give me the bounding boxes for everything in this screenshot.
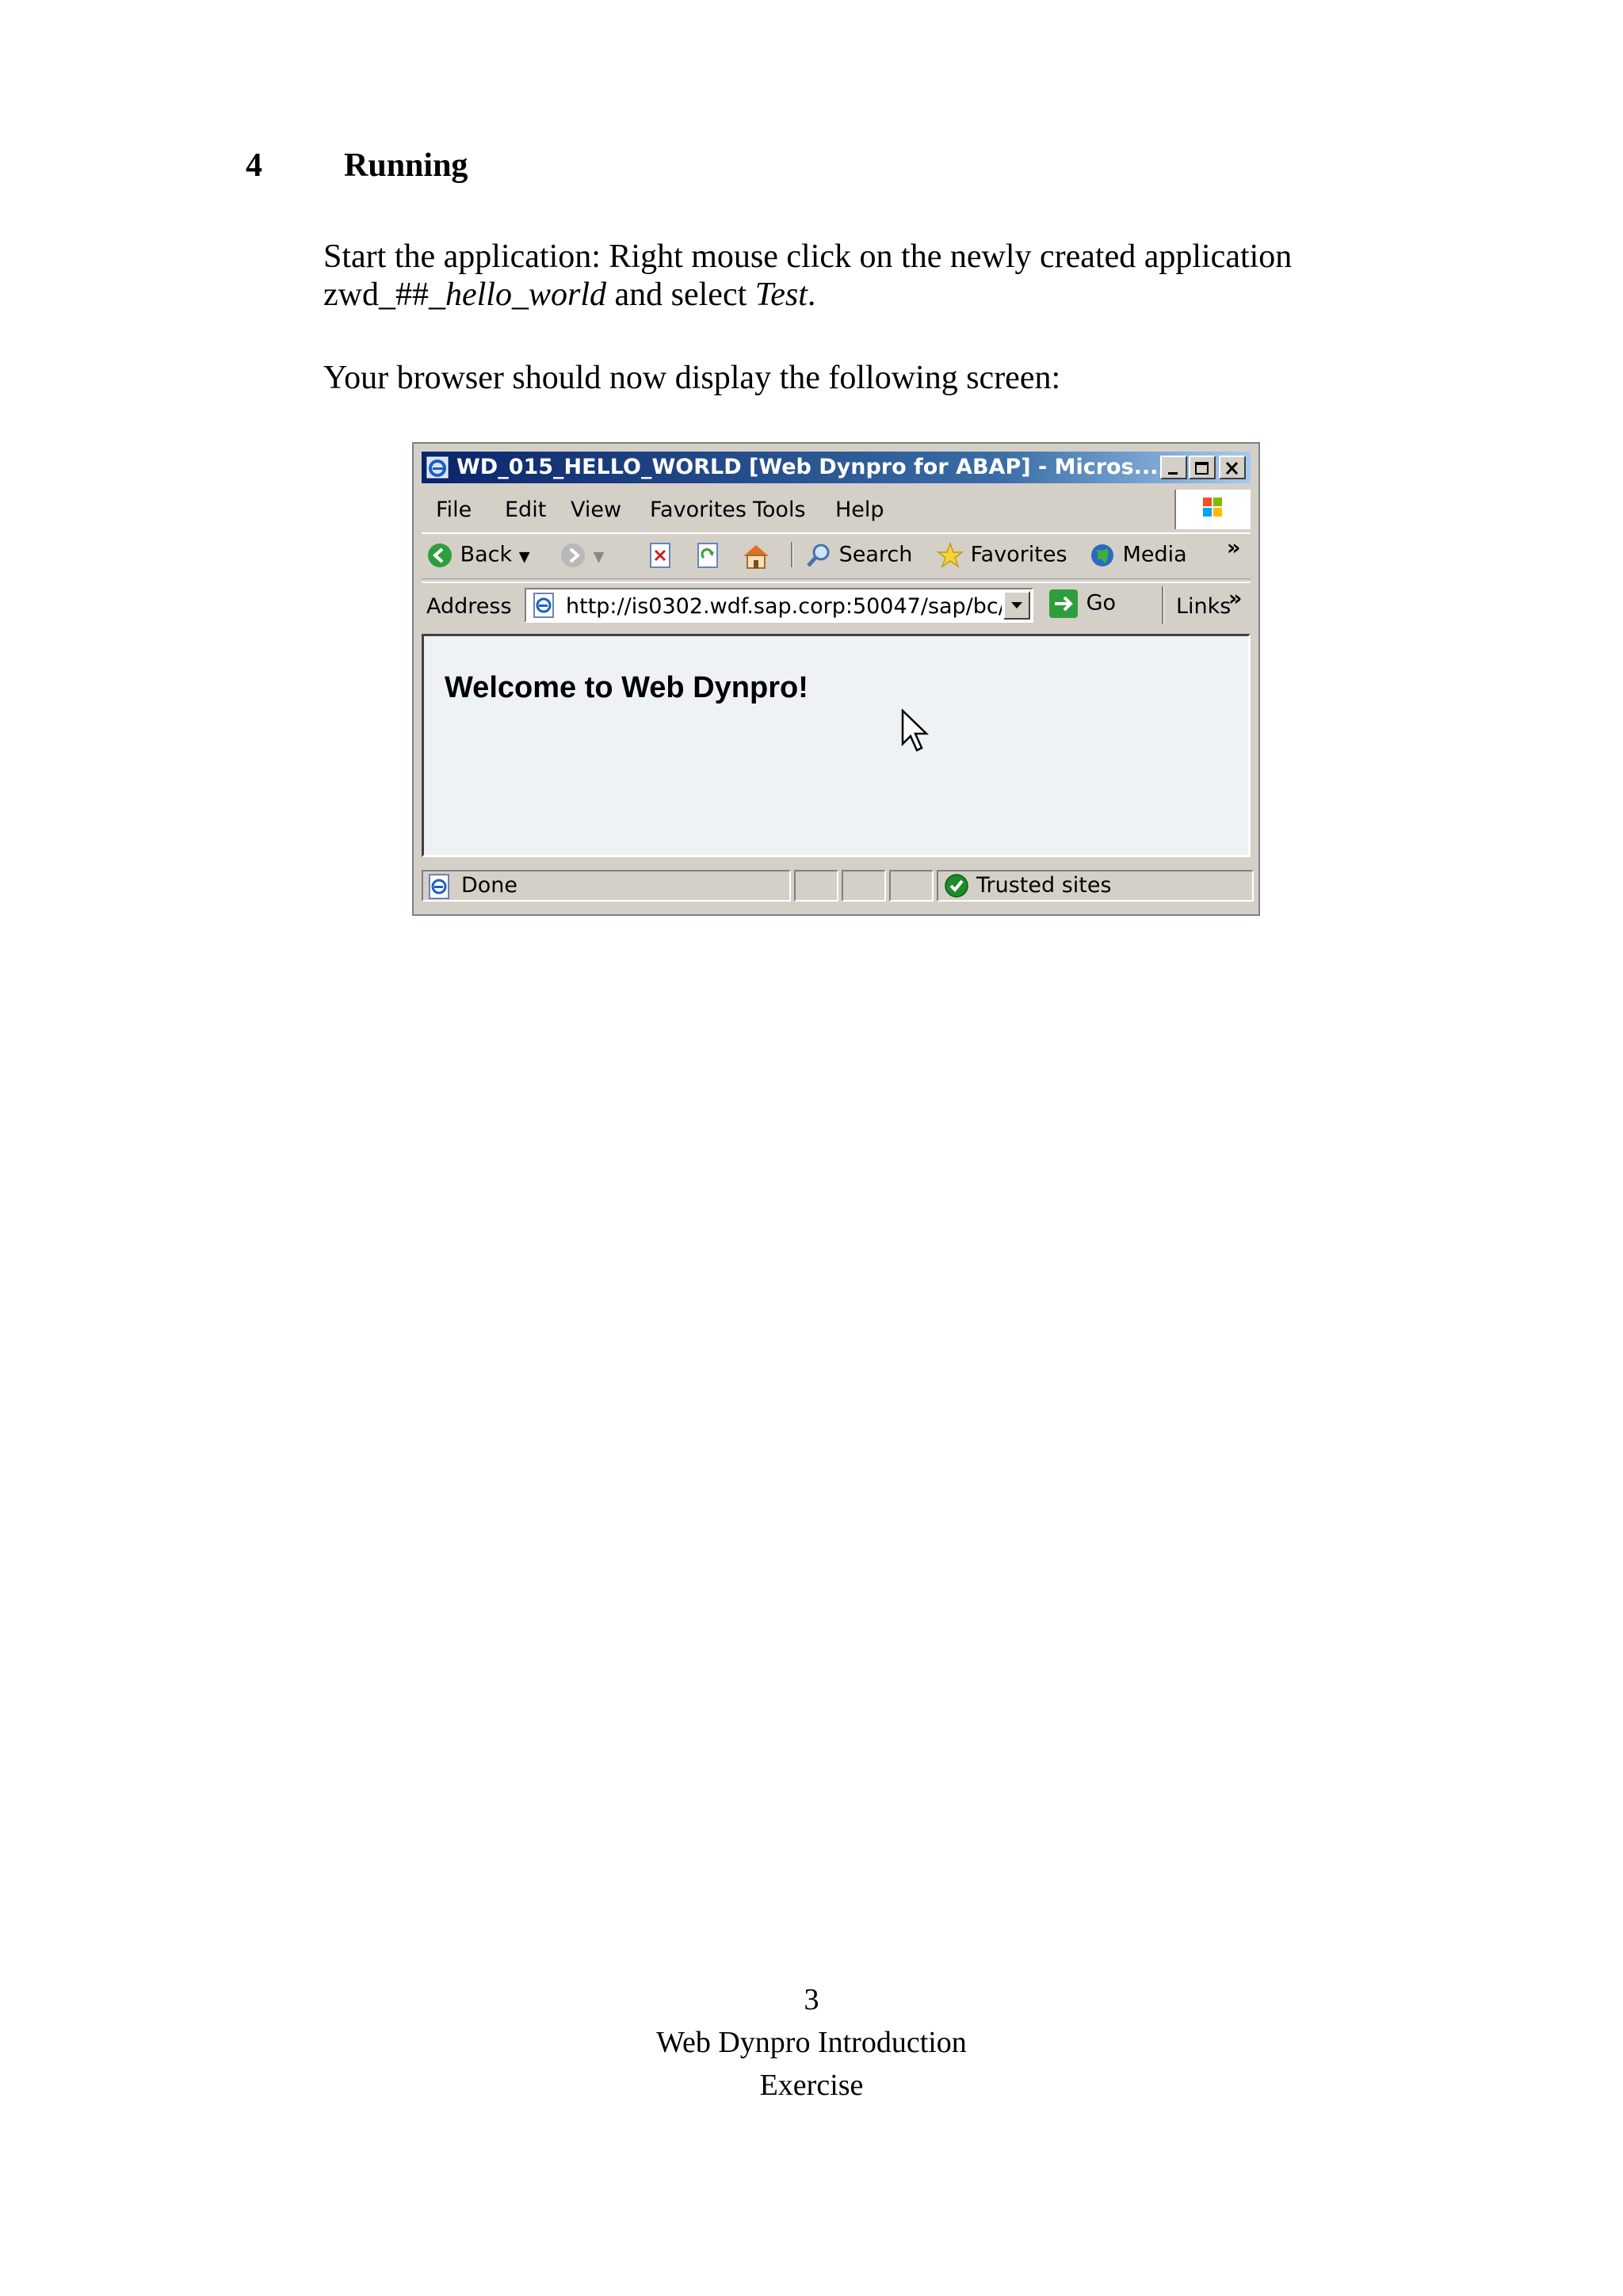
status-panel-1 (794, 870, 838, 902)
section-title: Running (344, 147, 468, 184)
instruction-line1: Start the application: Right mouse click… (323, 238, 1293, 275)
toolbar: Back ▼ ▼ Search Favorites Media » (422, 532, 1251, 579)
minimize-icon (1168, 472, 1178, 475)
menu-tools[interactable]: Tools (753, 498, 806, 522)
mouse-cursor-icon (901, 709, 930, 752)
menu-help[interactable]: Help (835, 498, 884, 522)
stop-icon (650, 543, 670, 568)
ie-icon (426, 456, 449, 479)
back-dropdown-icon[interactable]: ▼ (519, 549, 530, 566)
favorites-label: Favorites (970, 542, 1067, 567)
favorites-button[interactable]: Favorites (936, 541, 1067, 569)
go-button[interactable]: Go (1048, 588, 1116, 620)
go-label: Go (1086, 590, 1117, 616)
maximize-button[interactable] (1189, 456, 1216, 479)
status-panel-3 (889, 870, 934, 902)
links-button[interactable]: Links (1176, 594, 1231, 619)
home-icon (743, 545, 769, 569)
address-url[interactable]: http://is0302.wdf.sap.corp:50047/sap/bc/… (566, 594, 1002, 619)
zone-label: Trusted sites (976, 873, 1112, 898)
browser-content: Welcome to Web Dynpro! (422, 634, 1251, 857)
page-icon (533, 593, 554, 618)
refresh-button[interactable] (696, 542, 720, 569)
toolbar-chevron-icon[interactable]: » (1227, 536, 1240, 560)
address-separator (1162, 586, 1164, 624)
test-option: Test (754, 277, 808, 313)
media-button[interactable]: Media (1089, 542, 1187, 569)
footer-title: Web Dynpro Introduction (656, 2026, 967, 2059)
home-button[interactable] (740, 542, 772, 570)
address-field[interactable]: http://is0302.wdf.sap.corp:50047/sap/bc/… (525, 588, 1033, 623)
menu-edit[interactable]: Edit (505, 498, 546, 522)
browser-title: WD_015_HELLO_WORLD [Web Dynpro for ABAP]… (456, 455, 1159, 479)
trusted-check-icon (945, 874, 968, 898)
windows-flag-icon (1203, 498, 1222, 517)
status-text: Done (461, 873, 518, 898)
status-main: Done (422, 870, 791, 902)
close-icon (1225, 461, 1239, 475)
back-label: Back (460, 542, 513, 567)
close-button[interactable] (1219, 456, 1246, 479)
done-page-icon (429, 874, 449, 899)
stop-button[interactable] (648, 542, 672, 569)
forward-dropdown-icon[interactable]: ▼ (594, 549, 605, 566)
search-icon (807, 543, 830, 567)
search-label: Search (838, 542, 913, 567)
browser-titlebar: WD_015_HELLO_WORLD [Web Dynpro for ABAP]… (422, 452, 1251, 483)
forward-button[interactable]: ▼ (559, 542, 604, 569)
security-zone[interactable]: Trusted sites (937, 870, 1254, 902)
footer-subtitle: Exercise (759, 2069, 864, 2102)
app-name: hello_world (445, 277, 606, 313)
address-dropdown-button[interactable] (1003, 591, 1030, 620)
toolbar-separator (791, 542, 793, 573)
forward-arrow-icon (561, 543, 585, 567)
star-icon (936, 541, 964, 568)
windows-logo (1174, 490, 1251, 529)
minimize-button[interactable] (1160, 456, 1187, 479)
menu-favorites[interactable]: Favorites (650, 498, 747, 522)
back-arrow-icon (428, 543, 452, 567)
instruction-mid: and select (606, 277, 755, 313)
links-chevron-icon[interactable]: » (1228, 586, 1242, 611)
dropdown-arrow-icon (1011, 602, 1022, 608)
welcome-message: Welcome to Web Dynpro! (445, 671, 808, 704)
maximize-icon (1195, 462, 1209, 475)
status-panel-2 (842, 870, 886, 902)
instruction-paragraph: Start the application: Right mouse click… (323, 238, 1354, 314)
address-label: Address (426, 594, 512, 619)
instruction-end: . (807, 277, 816, 313)
media-globe-icon (1091, 544, 1113, 566)
page-number: 3 (804, 1983, 819, 2016)
section-number: 4 (246, 147, 262, 184)
menu-file[interactable]: File (436, 498, 472, 522)
go-arrow-icon (1049, 589, 1078, 618)
browser-window: WD_015_HELLO_WORLD [Web Dynpro for ABAP]… (412, 442, 1260, 916)
status-bar: Done Trusted sites (422, 867, 1254, 905)
address-bar: Address http://is0302.wdf.sap.corp:50047… (422, 582, 1251, 629)
menu-bar: File Edit View Favorites Tools Help (422, 490, 1251, 529)
media-label: Media (1122, 542, 1187, 567)
instruction-prefix: zwd_##_ (323, 277, 445, 313)
search-button[interactable]: Search (805, 542, 912, 569)
browser-paragraph: Your browser should now display the foll… (323, 360, 1061, 396)
menu-view[interactable]: View (571, 498, 621, 522)
refresh-icon (697, 543, 718, 568)
back-button[interactable]: Back ▼ (426, 542, 530, 569)
